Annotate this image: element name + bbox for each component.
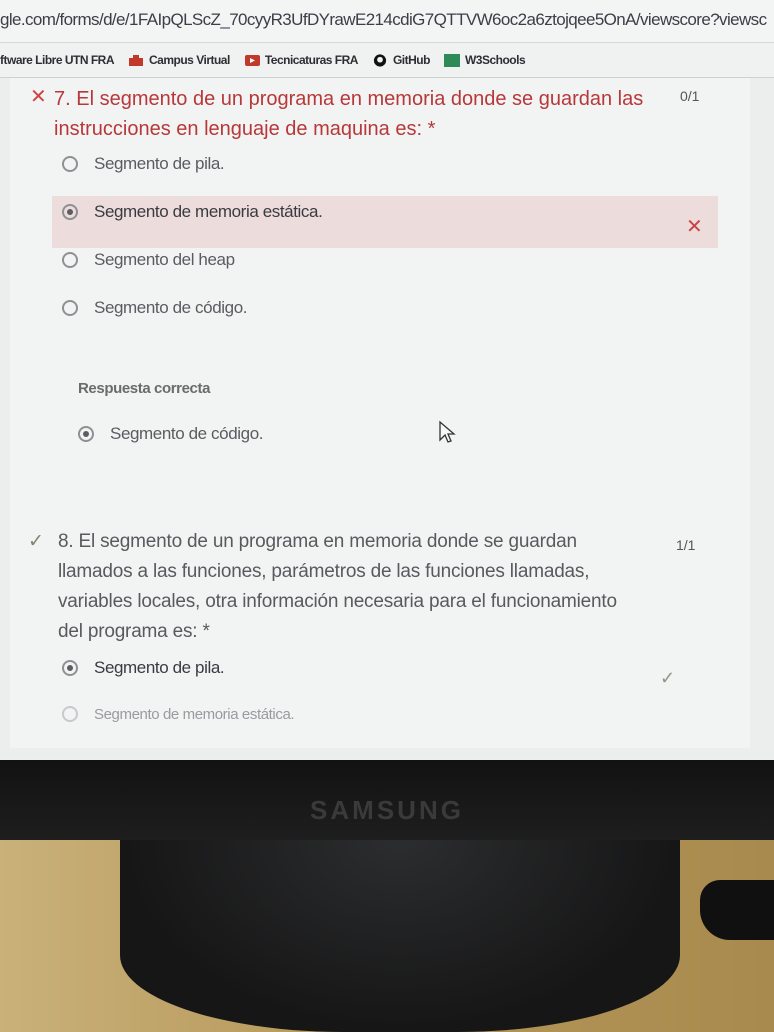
monitor-stand (120, 840, 680, 1032)
folder-icon (244, 54, 260, 66)
wrong-answer-icon: ✕ (686, 216, 703, 238)
cable (700, 880, 774, 940)
campus-icon (129, 54, 144, 66)
q8-option-2[interactable]: Segmento de memoria estática. (62, 694, 295, 734)
w3schools-icon (443, 53, 460, 67)
radio-button[interactable] (62, 300, 78, 316)
radio-button[interactable] (62, 252, 78, 268)
q7-option-4[interactable]: Segmento de código. (62, 288, 247, 328)
address-bar[interactable]: gle.com/forms/d/e/1FAIpQLScZ_70cyyR3UfDY… (0, 0, 774, 43)
check-icon: ✓ (660, 668, 676, 688)
incorrect-icon: ✕ (30, 86, 47, 108)
option-label: Segmento de código. (94, 298, 248, 317)
q8-option-1[interactable]: Segmento de pila. (62, 648, 225, 688)
bookmark-utn[interactable]: ftware Libre UTN FRA (0, 53, 115, 67)
correct-icon: ✓ (28, 531, 44, 552)
radio-button[interactable] (62, 156, 78, 172)
bookmark-label: Campus Virtual (149, 53, 230, 67)
bookmark-github[interactable]: GitHub (372, 53, 430, 67)
question-7-score: 0/1 (680, 88, 700, 104)
option-label: Segmento del heap (94, 250, 235, 269)
correct-answer-heading: Respuesta correcta (78, 380, 211, 397)
bookmark-campus-virtual[interactable]: Campus Virtual (128, 53, 230, 67)
option-label: Segmento de pila. (94, 658, 225, 677)
option-label: Segmento de pila. (94, 154, 225, 173)
question-8-text: 8. El segmento de un programa en memoria… (58, 531, 617, 642)
bookmark-label: GitHub (392, 53, 431, 67)
url-text: gle.com/forms/d/e/1FAIpQLScZ_70cyyR3UfDY… (0, 10, 767, 29)
bookmarks-bar: ftware Libre UTN FRA Campus Virtual Tecn… (0, 43, 774, 78)
option-label: Segmento de memoria estática. (94, 705, 295, 723)
bookmark-label: ftware Libre UTN FRA (0, 53, 115, 67)
monitor-brand-logo: SAMSUNG (310, 795, 464, 825)
bookmark-tecnicaturas[interactable]: Tecnicaturas FRA (244, 53, 358, 67)
option-label: Segmento de memoria estática. (94, 202, 323, 221)
radio-button[interactable] (62, 706, 78, 722)
question-7-text: 7. El segmento de un programa en memoria… (54, 88, 644, 140)
mouse-cursor-icon (439, 420, 456, 443)
bookmark-label: W3Schools (464, 53, 526, 67)
question-7-title: ✕ 7. El segmento de un programa en memor… (30, 84, 654, 144)
q7-option-2[interactable]: Segmento de memoria estática. (62, 192, 323, 232)
bookmark-label: Tecnicaturas FRA (264, 53, 359, 67)
q7-option-3[interactable]: Segmento del heap (62, 240, 235, 280)
correct-answer-option: Segmento de código. (78, 414, 263, 454)
radio-button-selected[interactable] (62, 660, 78, 676)
question-8-title: ✓ 8. El segmento de un programa en memor… (28, 527, 618, 647)
question-8-score: 1/1 (676, 537, 696, 553)
option-label: Segmento de código. (110, 424, 264, 443)
radio-button-selected[interactable] (62, 204, 78, 220)
bookmark-w3schools[interactable]: W3Schools (443, 53, 526, 67)
github-icon (373, 53, 387, 67)
q7-option-1[interactable]: Segmento de pila. (62, 144, 225, 184)
screen: gle.com/forms/d/e/1FAIpQLScZ_70cyyR3UfDY… (0, 0, 774, 760)
radio-button-selected (78, 426, 94, 442)
